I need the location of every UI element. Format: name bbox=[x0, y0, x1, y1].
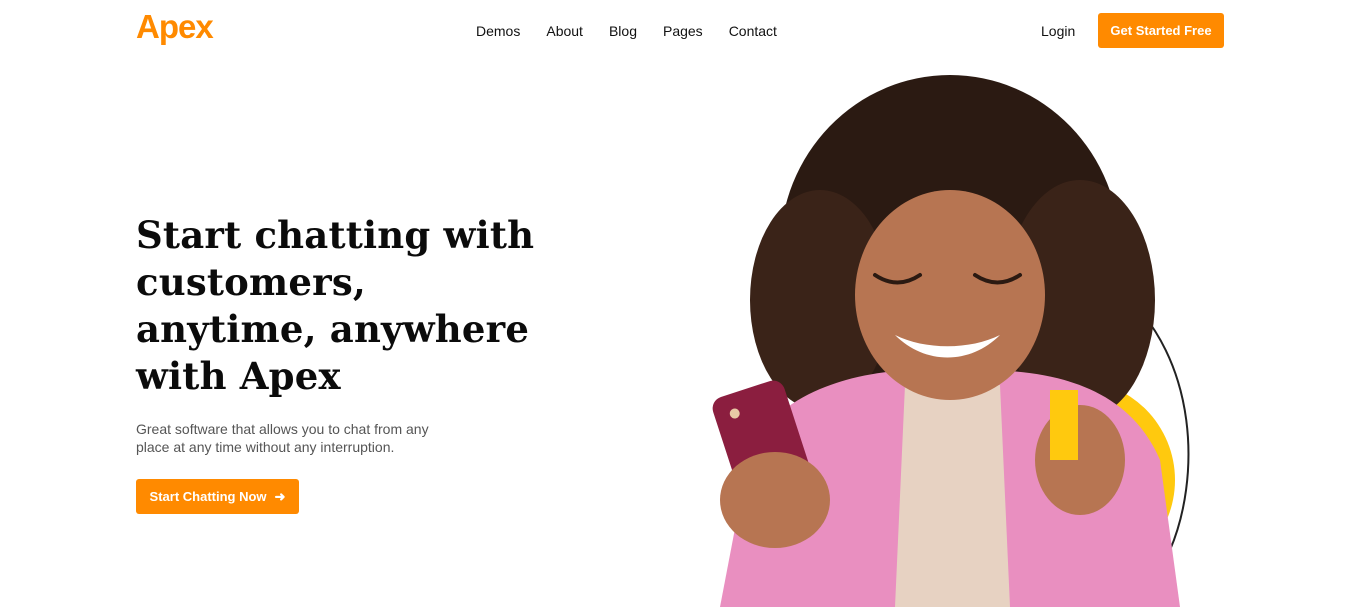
nav-item-blog[interactable]: Blog bbox=[609, 22, 637, 40]
hero-illustration bbox=[712, 75, 1190, 607]
hero-subtitle-line: place at any time without any interrupti… bbox=[136, 439, 395, 455]
arrow-right-icon: ➜ bbox=[274, 489, 286, 504]
nav-item-pages[interactable]: Pages bbox=[663, 22, 703, 40]
shirt-shape bbox=[895, 385, 1010, 607]
start-chatting-button[interactable]: Start Chatting Now ➜ bbox=[136, 479, 299, 514]
hand-left-shape bbox=[720, 452, 830, 548]
hero-subtitle-line: Great software that allows you to chat f… bbox=[136, 421, 429, 437]
hero-title-line: with Apex bbox=[136, 354, 341, 398]
get-started-button[interactable]: Get Started Free bbox=[1098, 13, 1224, 48]
hero-subtitle: Great software that allows you to chat f… bbox=[136, 420, 466, 456]
main-nav: Demos About Blog Pages Contact bbox=[476, 22, 803, 40]
hero-title: Start chatting with customers, anytime, … bbox=[136, 212, 556, 400]
bag-strap-shape bbox=[1050, 390, 1078, 460]
hero-title-line: Start chatting with bbox=[136, 213, 535, 257]
nav-item-contact[interactable]: Contact bbox=[729, 22, 777, 40]
hero-title-line: anytime, anywhere bbox=[136, 307, 530, 351]
start-chatting-label: Start Chatting Now bbox=[149, 489, 267, 504]
nav-item-demos[interactable]: Demos bbox=[476, 22, 520, 40]
face-shape bbox=[855, 190, 1045, 400]
login-link[interactable]: Login bbox=[1041, 22, 1075, 40]
nav-item-about[interactable]: About bbox=[546, 22, 583, 40]
hero-title-line: customers, bbox=[136, 260, 366, 304]
logo[interactable]: Apex bbox=[136, 10, 214, 43]
hand-right-shape bbox=[1035, 405, 1125, 515]
